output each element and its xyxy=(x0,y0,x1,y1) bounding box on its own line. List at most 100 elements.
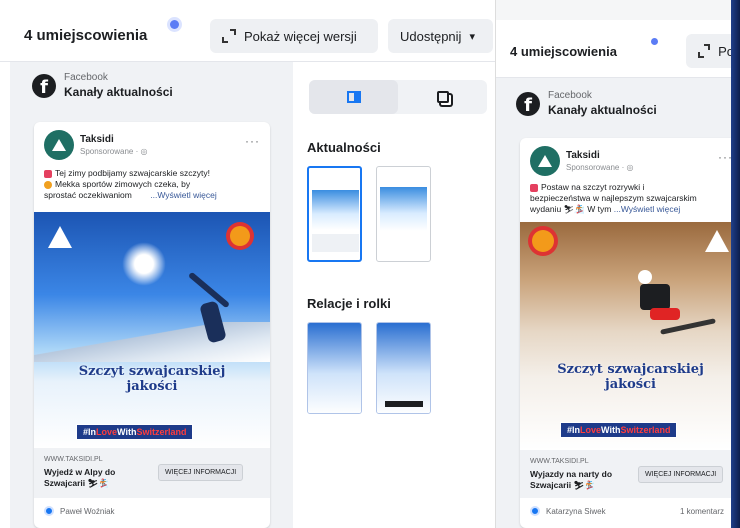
taksidi-logo-icon xyxy=(705,230,729,252)
copy-layout-icon xyxy=(436,91,449,103)
ad-headline: Szczyt szwajcarskiej jakości xyxy=(34,364,270,394)
facebook-icon: f xyxy=(516,91,540,116)
hashtag-part: #In xyxy=(83,427,97,437)
skier-pants xyxy=(650,308,680,320)
thumb-footer xyxy=(312,234,359,252)
hashtag-part: Love xyxy=(96,427,118,437)
second-preview-panel: 4 umiejscowienia Po f Facebook Kanały ak… xyxy=(495,0,740,528)
link-title: Wyjazdy na narty do Szwajcarii ⛷🏂 xyxy=(530,469,612,491)
chevron-down-icon: ▾ xyxy=(469,30,475,43)
locations-title: 4 umiejscowienia xyxy=(510,44,617,59)
see-more-link[interactable]: ...Wyświetl więcej xyxy=(150,190,217,200)
commenter-row: Katarzyna Siwek xyxy=(530,506,606,516)
window-edge-decoration xyxy=(731,0,740,528)
platform-label: Facebook xyxy=(548,90,592,101)
ad-creative-image[interactable]: Szczyt szwajcarskiej jakości #InLoveWith… xyxy=(520,222,740,450)
learn-more-button[interactable]: WIĘCEJ INFORMACJI xyxy=(638,466,724,483)
link-title-line: Wyjazdy na narty do xyxy=(530,469,613,479)
commenter-avatar xyxy=(44,506,54,516)
thumb-story-instagram[interactable] xyxy=(376,322,431,414)
heart-emoji-icon xyxy=(44,180,52,189)
caption-line: Mekka sportów zimowych czeka, by xyxy=(55,179,191,189)
status-dot xyxy=(651,38,658,45)
preview-toolbar: 4 umiejscowienia Pokaż więcej wersji Udo… xyxy=(0,0,495,62)
post-caption: Tej zimy podbijamy szwajcarskie szczyty!… xyxy=(44,168,264,201)
thumb-feed-facebook[interactable] xyxy=(307,166,362,262)
link-title-line: Wyjedź w Alpy do xyxy=(44,467,116,477)
brand-avatar xyxy=(530,146,560,176)
commenter-name[interactable]: Katarzyna Siwek xyxy=(546,507,606,516)
cta-row: WWW.TAKSIDI.PL Wyjedź w Alpy do Szwajcar… xyxy=(34,448,270,498)
second-preview-toolbar: 4 umiejscowienia Po xyxy=(496,20,740,78)
post-caption: Postaw na szczyt rozrywki i bezpieczeńst… xyxy=(530,182,740,215)
commenter-avatar xyxy=(530,506,540,516)
locations-title: 4 umiejscowienia xyxy=(24,27,148,44)
skier-helmet xyxy=(638,270,652,284)
feed-view-toggle[interactable] xyxy=(309,80,398,114)
post-preview-column: f Facebook Kanały aktualności Taksidi Sp… xyxy=(10,62,293,528)
stories-section-label: Relacje i rolki xyxy=(307,296,391,311)
feed-post-card: Taksidi Sponsorowane · ◎ ··· Tej zimy po… xyxy=(34,122,270,528)
view-toggle xyxy=(309,80,487,114)
switzerland-logo-icon xyxy=(230,226,250,246)
link-domain: WWW.TAKSIDI.PL xyxy=(44,456,103,463)
thumb-cta-bar xyxy=(385,401,423,407)
link-title: Wyjedź w Alpy do Szwajcarii ⛷🏂 xyxy=(44,467,115,489)
feed-post-card: Taksidi Sponsorowane · ◎ ··· Postaw na s… xyxy=(520,138,740,528)
headline-line: Szczyt szwajcarskiej xyxy=(557,362,704,377)
hashtag-part: Switzerland xyxy=(136,427,187,437)
caption-line: Postaw na szczyt rozrywki i xyxy=(541,182,645,192)
share-button[interactable]: Udostępnij ▾ xyxy=(388,19,493,53)
brand-name[interactable]: Taksidi xyxy=(80,134,114,145)
sidebar-layout-icon xyxy=(346,91,361,103)
placement-name: Kanały aktualności xyxy=(548,103,657,117)
show-more-versions-label: Pokaż więcej wersji xyxy=(244,28,357,44)
brand-avatar xyxy=(44,130,74,160)
status-dot xyxy=(170,20,179,29)
brand-name[interactable]: Taksidi xyxy=(566,150,600,161)
facebook-icon: f xyxy=(32,73,56,98)
caption-line: Tej zimy podbijamy szwajcarskie szczyty! xyxy=(55,168,210,178)
overlap-view-toggle[interactable] xyxy=(398,80,487,114)
thumb-image xyxy=(308,323,361,413)
skier-jacket xyxy=(640,284,670,310)
sponsored-label: Sponsorowane · ◎ xyxy=(80,147,148,156)
headline-line: jakości xyxy=(126,379,178,394)
feeds-section-label: Aktualności xyxy=(307,140,381,155)
learn-more-button[interactable]: WIĘCEJ INFORMACJI xyxy=(158,464,244,481)
thumb-story-facebook[interactable] xyxy=(307,322,362,414)
hashtag-part: Switzerland xyxy=(620,425,671,435)
ad-headline: Szczyt szwajcarskiej jakości xyxy=(520,362,740,392)
link-domain: WWW.TAKSIDI.PL xyxy=(530,458,589,465)
link-title-line: Szwajcarii ⛷🏂 xyxy=(44,478,109,488)
hashtag-part: Love xyxy=(580,425,602,435)
hashtag-part: #In xyxy=(567,425,581,435)
placement-header: f Facebook Kanały aktualności xyxy=(516,90,657,117)
platform-label: Facebook xyxy=(64,72,108,83)
cta-row: WWW.TAKSIDI.PL Wyjazdy na narty do Szwaj… xyxy=(520,450,740,498)
see-more-link[interactable]: ...Wyświetl więcej xyxy=(614,204,681,214)
mountains-shape xyxy=(34,322,270,362)
logo-triangle-icon xyxy=(538,155,552,167)
placement-name: Kanały aktualności xyxy=(64,85,173,99)
placements-panel: Aktualności Relacje i rolki xyxy=(293,62,495,528)
commenter-name[interactable]: Paweł Woźniak xyxy=(60,507,115,516)
headline-line: Szczyt szwajcarskiej xyxy=(78,364,226,379)
commenter-row: Paweł Woźniak xyxy=(44,506,115,516)
share-label: Udostępnij xyxy=(400,28,462,44)
show-more-versions-button[interactable]: Pokaż więcej wersji xyxy=(210,19,378,53)
mountain-emoji-icon xyxy=(44,169,52,178)
comments-count[interactable]: 1 komentarz xyxy=(680,507,724,516)
logo-triangle-icon xyxy=(52,139,66,151)
mountain-emoji-icon xyxy=(530,183,538,192)
hashtag-part: With xyxy=(601,425,621,435)
caption-line: wydaniu ⛷🏂 W tym xyxy=(530,204,612,214)
more-options-icon[interactable]: ··· xyxy=(245,134,260,148)
hashtag-banner: #InLoveWithSwitzerland xyxy=(560,422,678,438)
placement-header: f Facebook Kanały aktualności xyxy=(32,72,173,99)
ad-creative-image[interactable]: Szczyt szwajcarskiej jakości #InLoveWith… xyxy=(34,212,270,448)
thumb-image xyxy=(380,187,427,231)
sponsored-label: Sponsorowane · ◎ xyxy=(566,163,634,172)
ad-preview-panel: 4 umiejscowienia Pokaż więcej wersji Udo… xyxy=(0,0,495,528)
thumb-feed-instagram[interactable] xyxy=(376,166,431,262)
